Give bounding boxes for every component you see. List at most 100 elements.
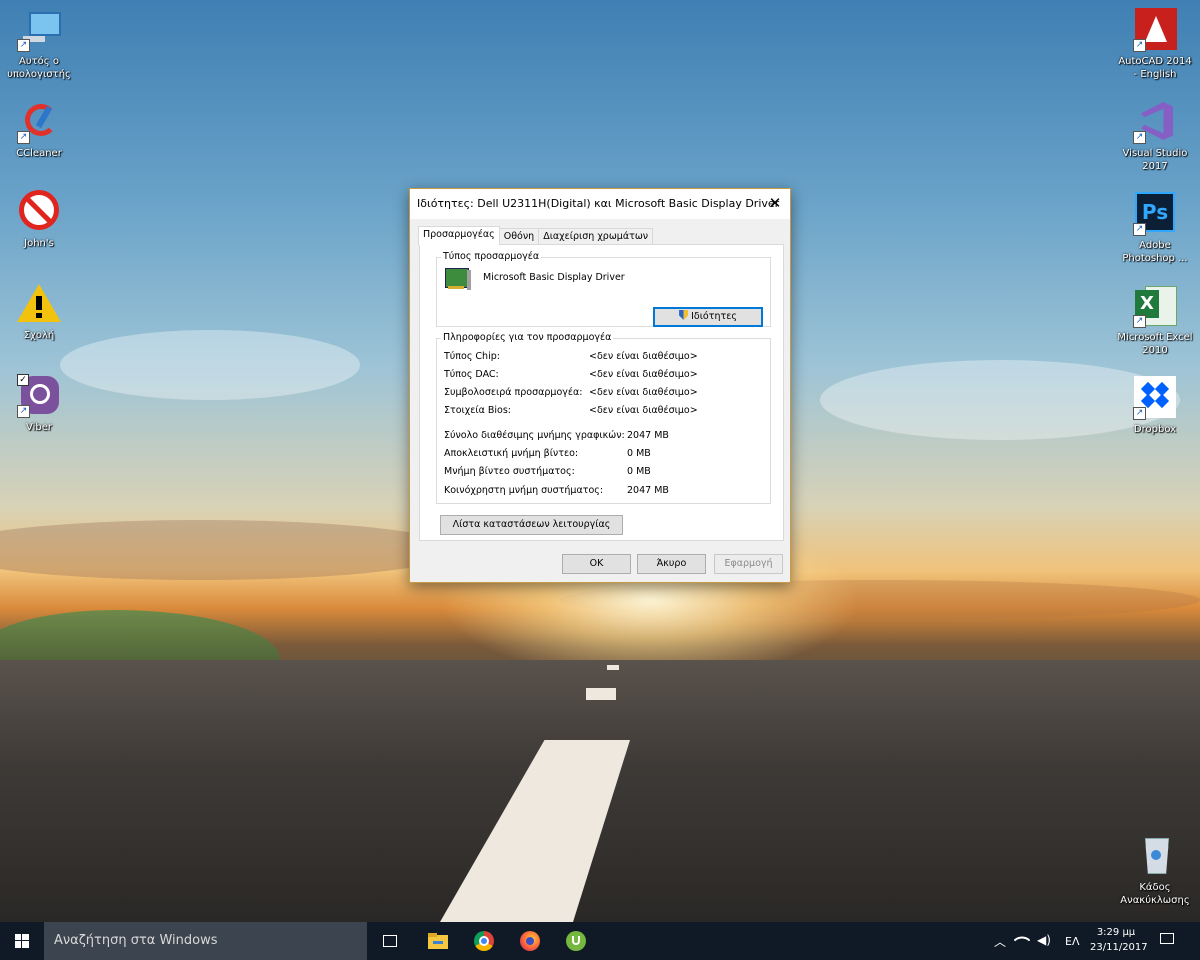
display-properties-dialog: Ιδιότητες: Dell U2311H(Digital) και Micr… — [409, 188, 791, 583]
memory-value-system-video: 0 MB — [627, 466, 651, 477]
desktop-icon-label: Κάδος Ανακύκλωσης — [1120, 882, 1190, 906]
dialog-title: Ιδιότητες: Dell U2311H(Digital) και Micr… — [417, 197, 780, 210]
tab-color-management[interactable]: Διαχείριση χρωμάτων — [538, 228, 654, 245]
desktop-icon-label: Αυτός ο υπολογιστής — [7, 56, 71, 80]
info-value-adapter-string: <δεν είναι διαθέσιμο> — [589, 387, 698, 398]
memory-label-total: Σύνολο διαθέσιμης μνήμης γραφικών: — [444, 430, 625, 441]
info-value-dac: <δεν είναι διαθέσιμο> — [589, 369, 698, 380]
file-explorer-icon[interactable] — [428, 931, 448, 951]
shortcut-arrow-icon: ↗ — [1133, 131, 1146, 144]
desktop-icon-school[interactable]: Σχολή — [0, 282, 78, 342]
desktop-icon-label: Adobe Photoshop ... — [1122, 240, 1188, 264]
info-value-bios: <δεν είναι διαθέσιμο> — [589, 405, 698, 416]
desktop-icon-dropbox[interactable]: ↗ Dropbox — [1116, 376, 1194, 436]
shortcut-arrow-icon: ↗ — [1133, 39, 1146, 52]
desktop-icon-label: Σχολή — [23, 330, 55, 341]
adapter-properties-label: Ιδιότητες — [691, 311, 737, 322]
tab-monitor[interactable]: Οθόνη — [498, 228, 540, 245]
warning-icon — [17, 282, 61, 326]
task-view-icon[interactable] — [381, 931, 401, 951]
start-button[interactable] — [0, 922, 44, 960]
adapter-info-group: Πληροφορίες για τον προσαρμογέα Τύπος Ch… — [436, 332, 771, 504]
utorrent-icon[interactable] — [566, 931, 586, 951]
language-indicator[interactable]: ΕΛ — [1065, 935, 1079, 948]
dialog-tabs: Προσαρμογέας Οθόνη Διαχείριση χρωμάτων — [418, 226, 654, 245]
cancel-button[interactable]: Άκυρο — [637, 554, 706, 574]
shortcut-arrow-icon: ↗ — [1133, 407, 1146, 420]
desktop-icon-viber[interactable]: ✓ ↗ Viber — [0, 374, 78, 434]
viber-icon: ✓ ↗ — [17, 374, 61, 418]
adapter-type-group: Τύπος προσαρμογέα Microsoft Basic Displa… — [436, 251, 771, 327]
road-stripe — [607, 665, 619, 670]
apply-button[interactable]: Εφαρμογή — [714, 554, 783, 574]
memory-label-shared: Κοινόχρηστη μνήμη συστήματος: — [444, 485, 604, 496]
memory-label-system-video: Μνήμη βίντεο συστήματος: — [444, 466, 575, 477]
excel-icon: X ↗ — [1133, 284, 1177, 328]
adapter-name: Microsoft Basic Display Driver — [483, 272, 625, 283]
adapter-info-legend: Πληροφορίες για τον προσαρμογέα — [441, 332, 614, 344]
info-value-chip: <δεν είναι διαθέσιμο> — [589, 351, 698, 362]
close-icon[interactable]: ✕ — [760, 189, 790, 219]
info-label-chip: Τύπος Chip: — [444, 351, 500, 362]
desktop-icon-label: Viber — [25, 422, 52, 433]
desktop-icon-label: Microsoft Excel 2010 — [1117, 332, 1193, 356]
cloud — [60, 330, 360, 400]
autocad-icon: ↗ — [1133, 8, 1177, 52]
shortcut-arrow-icon: ↗ — [17, 131, 30, 144]
dropbox-icon: ↗ — [1133, 376, 1177, 420]
memory-value-total: 2047 MB — [627, 430, 669, 441]
info-label-adapter-string: Συμβολοσειρά προσαρμογέα: — [444, 387, 583, 398]
visual-studio-icon: ↗ — [1133, 100, 1177, 144]
tab-adapter[interactable]: Προσαρμογέας — [418, 226, 500, 245]
memory-value-shared: 2047 MB — [627, 485, 669, 496]
clock-time: 3:29 μμ — [1096, 927, 1136, 938]
shortcut-arrow-icon: ↗ — [1133, 223, 1146, 236]
shortcut-arrow-icon: ↗ — [17, 405, 30, 418]
volume-icon[interactable]: ◀︎) — [1037, 933, 1051, 947]
memory-label-dedicated: Αποκλειστική μνήμη βίντεο: — [444, 448, 579, 459]
desktop-icon-this-pc[interactable]: ↗ Αυτός ο υπολογιστής — [0, 8, 78, 81]
display-adapter-icon — [445, 268, 471, 290]
clock[interactable]: 3:29 μμ 23/11/2017 — [1090, 925, 1148, 955]
no-entry-icon — [17, 190, 61, 234]
show-hidden-icons-chevron-icon[interactable]: ︿ — [994, 933, 1006, 950]
desktop-icon-excel[interactable]: X ↗ Microsoft Excel 2010 — [1116, 284, 1194, 357]
adapter-properties-button[interactable]: Ιδιότητες — [653, 307, 763, 327]
adapter-tab-panel: Τύπος προσαρμογέα Microsoft Basic Displa… — [419, 244, 784, 541]
desktop-icon-label: John's — [24, 238, 54, 249]
desktop-icon-johns[interactable]: John's — [0, 190, 78, 250]
desktop-icon-label: CCleaner — [16, 148, 62, 159]
ok-button[interactable]: OK — [562, 554, 631, 574]
adapter-type-legend: Τύπος προσαρμογέα — [441, 251, 542, 263]
info-label-dac: Τύπος DAC: — [444, 369, 499, 380]
road-stripe — [586, 688, 616, 700]
network-icon[interactable] — [1013, 931, 1031, 949]
desktop-icon-ccleaner[interactable]: ↗ CCleaner — [0, 100, 78, 160]
dialog-titlebar[interactable]: Ιδιότητες: Dell U2311H(Digital) και Micr… — [410, 189, 790, 219]
desktop-icon-recycle-bin[interactable]: Κάδος Ανακύκλωσης — [1116, 834, 1194, 907]
desktop-icon-photoshop[interactable]: Ps ↗ Adobe Photoshop ... — [1116, 192, 1194, 265]
shortcut-arrow-icon: ↗ — [17, 39, 30, 52]
windows-logo-icon — [15, 934, 29, 948]
desktop-icon-visual-studio[interactable]: ↗ Visual Studio 2017 — [1116, 100, 1194, 173]
desktop-icon-label: Dropbox — [1133, 424, 1177, 435]
photoshop-icon: Ps ↗ — [1133, 192, 1177, 236]
taskbar: Αναζήτηση στα Windows ︿ ◀︎) ΕΛ 3:29 μμ 2… — [0, 922, 1200, 960]
memory-value-dedicated: 0 MB — [627, 448, 651, 459]
taskbar-search-box[interactable]: Αναζήτηση στα Windows — [44, 922, 367, 960]
chrome-icon[interactable] — [474, 931, 494, 951]
recycle-bin-icon — [1133, 834, 1177, 878]
desktop-icon-label: AutoCAD 2014 - English — [1118, 56, 1192, 80]
ccleaner-icon: ↗ — [17, 100, 61, 144]
uac-shield-icon — [679, 310, 689, 320]
firefox-icon[interactable] — [520, 931, 540, 951]
list-all-modes-button[interactable]: Λίστα καταστάσεων λειτουργίας — [440, 515, 623, 535]
clock-date: 23/11/2017 — [1090, 942, 1148, 953]
computer-icon: ↗ — [17, 8, 61, 52]
checkbox-icon[interactable]: ✓ — [17, 374, 29, 386]
action-center-icon[interactable] — [1160, 933, 1174, 944]
info-label-bios: Στοιχεία Bios: — [444, 405, 511, 416]
cloud — [0, 520, 460, 580]
desktop-icon-autocad[interactable]: ↗ AutoCAD 2014 - English — [1116, 8, 1194, 81]
shortcut-arrow-icon: ↗ — [1133, 315, 1146, 328]
